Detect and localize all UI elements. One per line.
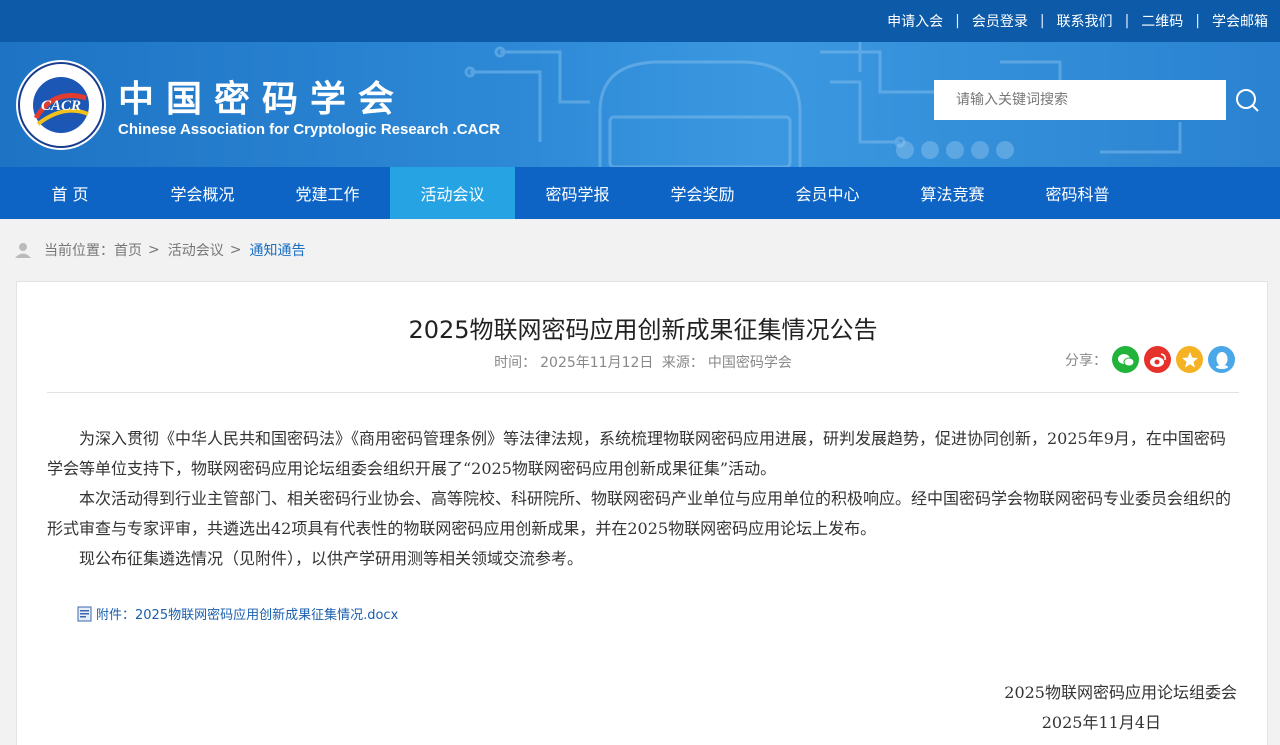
breadcrumb-activities[interactable]: 活动会议 (168, 240, 224, 260)
weibo-icon[interactable] (1144, 346, 1171, 373)
site-title: 中国密码学会 (118, 78, 407, 120)
share-label: 分享： (1065, 352, 1107, 369)
attachment-name[interactable]: 附件：2025物联网密码应用创新成果征集情况.docx (96, 604, 398, 623)
search-input[interactable] (934, 80, 1226, 120)
top-bar: 申请入会 | 会员登录 | 联系我们 | 二维码 | 学会邮箱 (0, 0, 1280, 42)
attachment-link[interactable]: 附件：2025物联网密码应用创新成果征集情况.docx (77, 604, 398, 623)
nav-activities[interactable]: 活动会议 (390, 167, 515, 219)
separator: | (1195, 13, 1200, 29)
paragraph: 本次活动得到行业主管部门、相关密码行业协会、高等院校、科研院所、物联网密码产业单… (47, 489, 1232, 538)
breadcrumb-separator: > (229, 242, 242, 258)
wechat-icon[interactable] (1112, 346, 1139, 373)
header-banner: CACR 中国密码学会 Chinese Association for Cryp… (0, 42, 1280, 167)
breadcrumb-prefix: 当前位置： (44, 243, 114, 259)
nav-party-building[interactable]: 党建工作 (265, 167, 390, 219)
user-icon (15, 243, 31, 258)
signature: 2025物联网密码应用论坛组委会 (1004, 683, 1237, 702)
contact-us-link[interactable]: 联系我们 (1057, 11, 1113, 31)
qq-icon[interactable] (1208, 346, 1235, 373)
site-subtitle: Chinese Association for Cryptologic Rese… (118, 121, 501, 138)
article-body: 为深入贯彻《中华人民共和国密码法》《商用密码管理条例》等法律法规，系统梳理物联网… (47, 424, 1239, 574)
nav-about[interactable]: 学会概况 (140, 167, 265, 219)
nav-journal[interactable]: 密码学报 (515, 167, 640, 219)
breadcrumb: 当前位置： 首页 > 活动会议 > 通知通告 (14, 238, 305, 262)
nav-home[interactable]: 首 页 (0, 167, 140, 219)
share-bar: 分享： (1065, 346, 1235, 373)
publish-date: 2025年11月12日 (540, 355, 654, 371)
nav-member-center[interactable]: 会员中心 (765, 167, 890, 219)
source-label: 来源： (661, 355, 704, 371)
apply-membership-link[interactable]: 申请入会 (887, 11, 943, 31)
article-title: 2025物联网密码应用创新成果征集情况公告 (408, 316, 878, 344)
top-links: 申请入会 | 会员登录 | 联系我们 | 二维码 | 学会邮箱 (887, 0, 1268, 42)
breadcrumb-separator: > (148, 242, 160, 258)
qr-code-link[interactable]: 二维码 (1141, 11, 1183, 31)
article-source: 中国密码学会 (707, 355, 792, 371)
society-mail-link[interactable]: 学会邮箱 (1212, 11, 1268, 31)
main-nav: 首 页 学会概况 党建工作 活动会议 密码学报 学会奖励 会员中心 算法竞赛 密… (0, 167, 1280, 219)
search-icon (1236, 89, 1259, 112)
time-label: 时间： (494, 355, 537, 371)
article-card: 2025物联网密码应用创新成果征集情况公告 时间： 2025年11月12日 来源：… (16, 281, 1268, 745)
paragraph: 现公布征集遴选情况（见附件），以供产学研用测等相关领域交流参考。 (79, 549, 584, 568)
divider (47, 392, 1239, 393)
paragraph: 为深入贯彻《中华人民共和国密码法》《商用密码管理条例》等法律法规，系统梳理物联网… (47, 429, 1226, 478)
separator: | (955, 13, 960, 29)
separator: | (1124, 13, 1130, 29)
cacr-logo-icon: CACR (16, 60, 106, 150)
signature-date: 2025年11月4日 (1041, 713, 1161, 732)
nav-awards[interactable]: 学会奖励 (640, 167, 765, 219)
search-button[interactable] (1226, 80, 1268, 120)
nav-science-popularization[interactable]: 密码科普 (1015, 167, 1140, 219)
member-login-link[interactable]: 会员登录 (972, 11, 1028, 31)
docx-file-icon (77, 606, 92, 621)
qzone-icon[interactable] (1176, 346, 1203, 373)
logo-text: CACR (41, 98, 81, 114)
breadcrumb-current[interactable]: 通知通告 (249, 240, 305, 260)
separator: | (1039, 13, 1045, 29)
nav-algorithm-contest[interactable]: 算法竞赛 (890, 167, 1015, 219)
signature-block: 2025物联网密码应用论坛组委会 2025年11月4日 (1004, 678, 1237, 738)
breadcrumb-home[interactable]: 首页 (114, 240, 142, 260)
